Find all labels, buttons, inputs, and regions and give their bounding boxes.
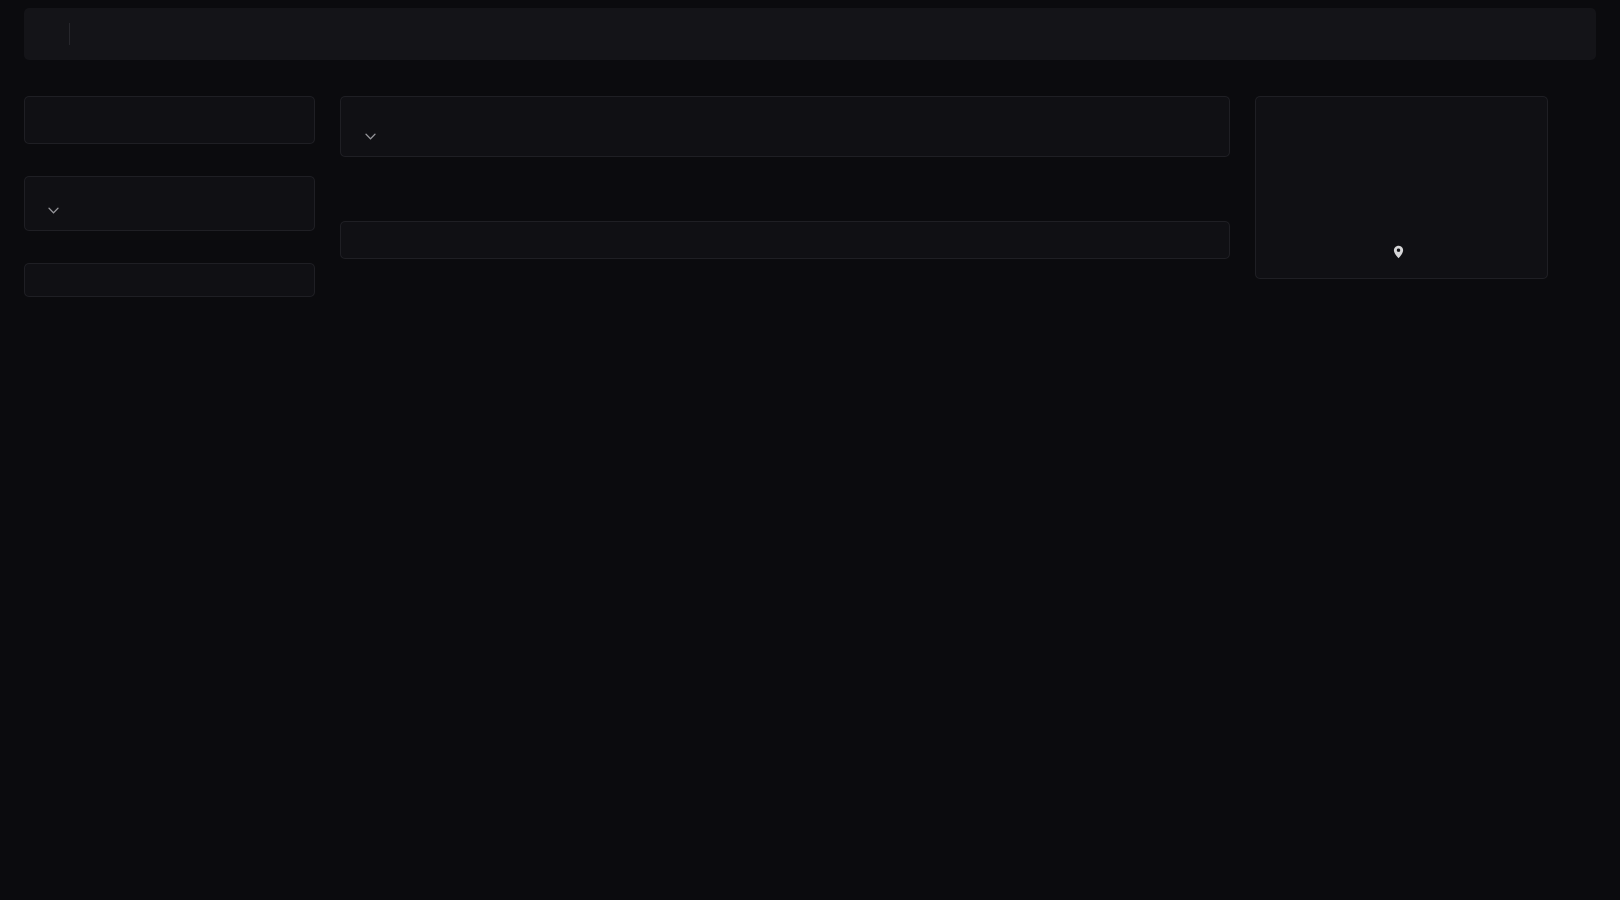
content-columns (24, 84, 1620, 311)
weather-chart (1282, 145, 1522, 205)
twitch-widget (24, 263, 315, 297)
left-column (24, 84, 315, 297)
calendar-widget (24, 96, 315, 144)
chevron-down-icon (48, 207, 59, 214)
hn-show-more-button[interactable] (358, 133, 376, 140)
weather-time-axis (1282, 213, 1522, 229)
weather-widget (1255, 96, 1548, 279)
twitch-card (24, 263, 315, 297)
hackernews-widget (340, 96, 1230, 157)
rss-card (24, 176, 315, 231)
logo-divider (69, 23, 70, 45)
calendar-card (24, 96, 315, 144)
dashboard-page (0, 0, 1620, 900)
center-column (340, 84, 1230, 259)
hackernews-card (340, 96, 1230, 157)
chevron-down-icon (365, 133, 376, 140)
weather-location (1272, 245, 1531, 262)
subreddit-card (340, 221, 1230, 259)
topbar (24, 8, 1596, 60)
subreddit-widget (340, 221, 1230, 259)
rss-widget (24, 176, 315, 231)
right-column (1255, 84, 1548, 311)
rss-show-more-button[interactable] (41, 207, 59, 214)
weather-card (1255, 96, 1548, 279)
location-pin-icon (1393, 245, 1404, 262)
